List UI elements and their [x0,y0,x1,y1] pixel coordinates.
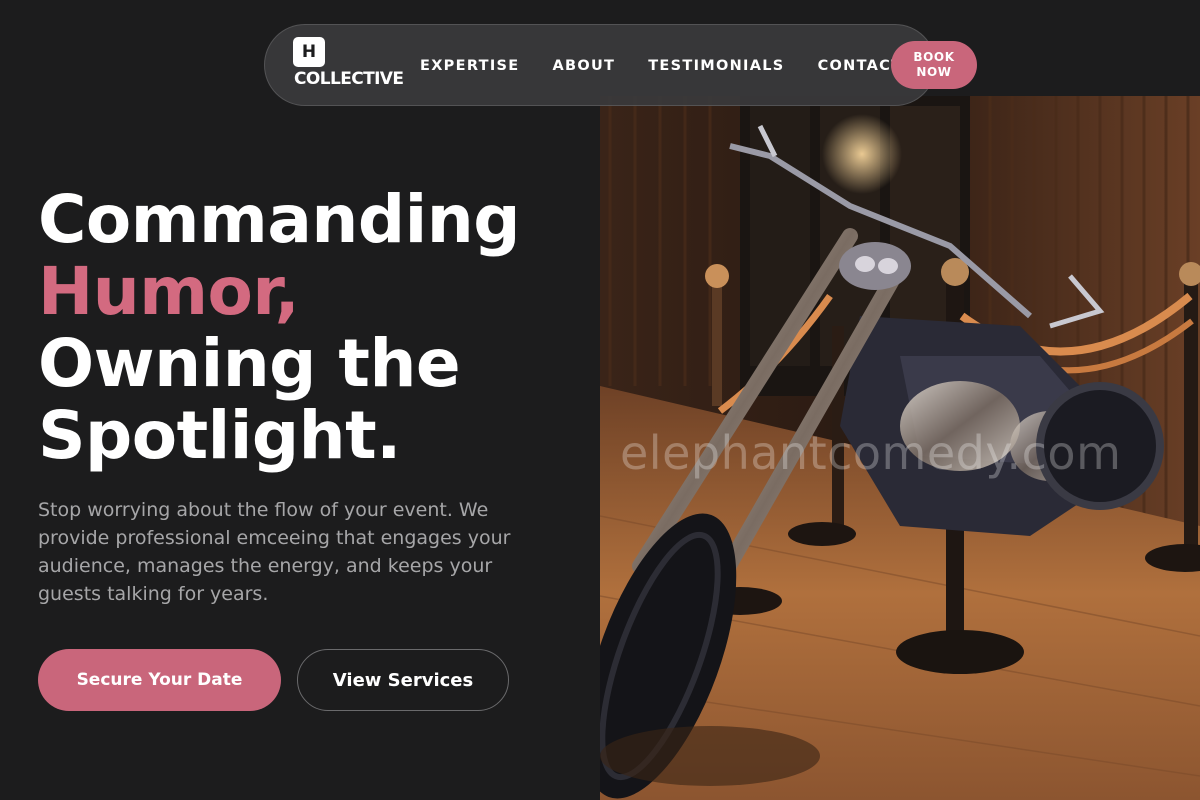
watermark-text: elephantcomedy.com [620,426,1122,480]
nav-links: EXPERTISE ABOUT TESTIMONIALS CONTACT [420,25,902,107]
hero-image: elephantcomedy.com [600,96,1200,800]
nav-link-contact[interactable]: CONTACT [818,58,903,74]
book-now-button[interactable]: BOOK NOW [891,41,977,89]
brand-logo[interactable]: H COLLECTIVE [293,37,413,93]
hero-title-line4: Spotlight. [38,397,401,474]
logo-mark: H [293,37,325,67]
hero-title-line1: Commanding [38,181,520,258]
hero-subtitle: Stop worrying about the flow of your eve… [38,499,511,605]
view-services-button[interactable]: View Services [297,649,509,711]
book-now-line1: BOOK [913,50,955,64]
hero-title-accent: Humor, [38,253,300,330]
book-now-line2: NOW [916,65,952,79]
hero-title: Commanding Humor, Owning the Spotlight. [38,184,598,472]
hero-title-line3: Owning the [38,325,461,402]
secure-your-date-button[interactable]: Secure Your Date [38,649,281,711]
nav-link-about[interactable]: ABOUT [552,58,615,74]
nav-link-expertise[interactable]: EXPERTISE [420,58,519,74]
nav-link-testimonials[interactable]: TESTIMONIALS [648,58,784,74]
top-navigation: H COLLECTIVE EXPERTISE ABOUT TESTIMONIAL… [264,24,977,107]
logo-text: COLLECTIVE [294,69,404,89]
